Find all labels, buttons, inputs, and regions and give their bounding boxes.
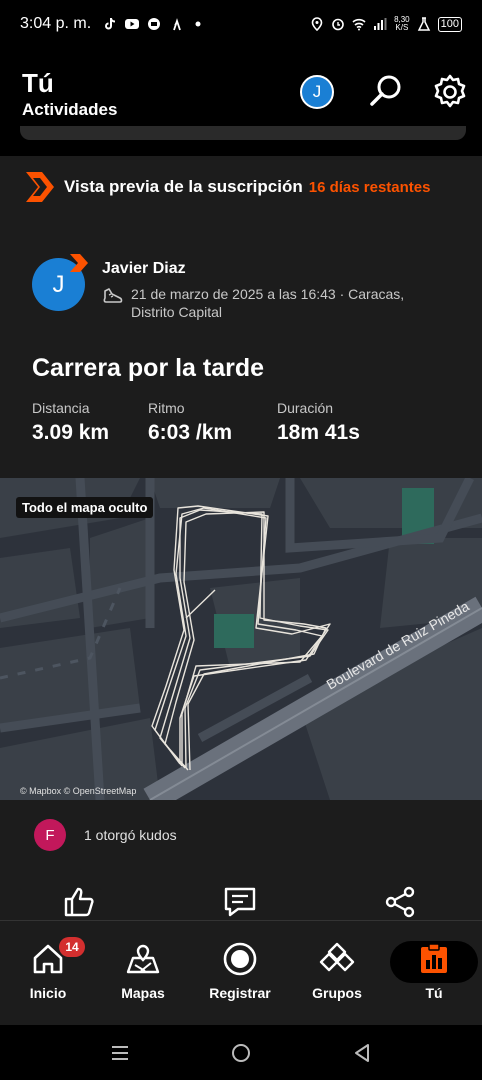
comment-icon[interactable] (222, 884, 258, 920)
kudos-count[interactable]: 1 otorgó kudos (84, 827, 177, 843)
tiktok-icon (105, 17, 116, 30)
status-time: 3:04 p. m. (20, 15, 92, 32)
recent-apps-icon[interactable] (108, 1041, 132, 1065)
subscription-preview-banner[interactable]: Vista previa de la suscripción 16 días r… (24, 170, 431, 204)
net-speed: 8,30 K/S (394, 15, 410, 32)
run-shoe-icon (103, 288, 123, 303)
wifi-icon (352, 18, 366, 31)
stat-value: 3.09 km (32, 421, 110, 444)
app-header: Tú Actividades J (0, 48, 482, 134)
nav-label: Inicio (29, 985, 67, 1001)
nav-label: Mapas (121, 985, 165, 1001)
search-icon[interactable] (367, 72, 405, 110)
nav-label: Tú (425, 985, 443, 1001)
park-area (214, 614, 254, 648)
strava-chevron-icon (26, 172, 54, 202)
nav-item-mapas[interactable]: Mapas (98, 941, 188, 1001)
nav-label: Registrar (209, 985, 271, 1001)
share-icon[interactable] (382, 884, 418, 920)
stat-value: 6:03 /km (148, 421, 233, 444)
you-icon (421, 943, 447, 973)
subscriber-badge-icon (70, 254, 88, 272)
battery-level: 100 (437, 16, 462, 32)
bottom-navigation: 14 Inicio Mapas Registrar Grupos Tú (0, 920, 482, 1025)
stat-distance: Distancia 3.09 km (32, 400, 109, 445)
strava-icon (173, 18, 182, 31)
profile-avatar[interactable]: J (300, 75, 334, 109)
app-icon (148, 18, 161, 30)
home-button-icon[interactable] (229, 1041, 253, 1065)
stat-label: Ritmo (148, 400, 185, 416)
activity-map[interactable]: Boulevard de Ruiz Pineda Todo el mapa oc… (0, 478, 482, 800)
notification-badge: 14 (59, 937, 85, 957)
page-subtitle: Actividades (22, 100, 118, 119)
lab-icon (417, 17, 430, 31)
kudos-giver-avatar[interactable]: F (34, 819, 66, 851)
activity-date-location: 21 de marzo de 2025 a las 16:43 · Caraca… (131, 286, 405, 320)
activity-card[interactable]: Vista previa de la suscripción 16 días r… (0, 156, 482, 920)
dot-icon (195, 21, 201, 27)
nav-item-inicio[interactable]: 14 Inicio (3, 937, 93, 1001)
nav-item-registrar[interactable]: Registrar (195, 941, 285, 1001)
activity-title[interactable]: Carrera por la tarde (32, 354, 264, 383)
stat-label: Duración (277, 400, 334, 416)
subscription-days-left: 16 días restantes (308, 178, 431, 196)
youtube-icon (125, 19, 140, 29)
alarm-icon (332, 18, 344, 31)
stat-duration: Duración 18m 41s (277, 400, 360, 445)
kudos-thumb-icon[interactable] (62, 884, 98, 920)
status-bar: 3:04 p. m. 8,30 K/S 100 (0, 0, 482, 48)
stat-pace: Ritmo 6:03 /km (148, 400, 232, 445)
location-icon (311, 17, 323, 31)
stat-value: 18m 41s (277, 421, 360, 444)
gear-icon[interactable] (430, 72, 470, 112)
nav-item-grupos[interactable]: Grupos (292, 941, 382, 1001)
map-icon (126, 944, 160, 974)
map-canvas: Boulevard de Ruiz Pineda (0, 478, 482, 800)
record-icon (223, 942, 257, 976)
nav-label: Grupos (312, 985, 362, 1001)
map-hidden-badge: Todo el mapa oculto (16, 497, 154, 518)
previous-card-edge (20, 126, 466, 140)
back-icon[interactable] (350, 1041, 374, 1065)
page-title: Tú (22, 68, 54, 98)
stat-label: Distancia (32, 400, 90, 416)
subscription-preview-text: Vista previa de la suscripción (64, 177, 303, 196)
nav-item-tu[interactable]: Tú (389, 941, 479, 1001)
map-attribution[interactable]: © Mapbox © OpenStreetMap (20, 786, 136, 796)
signal-icon (374, 18, 387, 30)
system-navigation-bar (0, 1025, 482, 1080)
groups-icon (319, 942, 355, 972)
athlete-name[interactable]: Javier Diaz (102, 260, 186, 278)
